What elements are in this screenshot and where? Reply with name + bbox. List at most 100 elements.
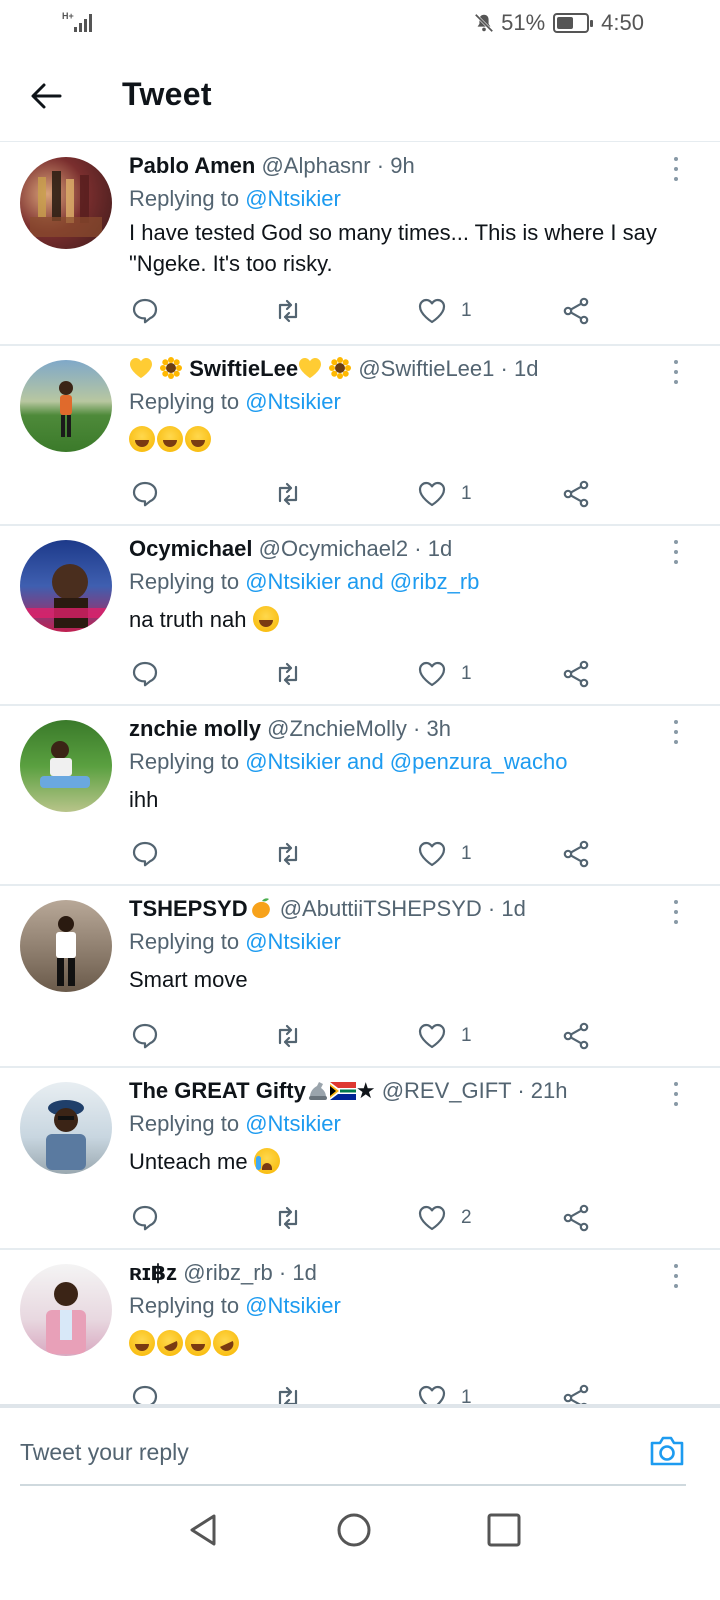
mention-link[interactable]: @Ntsikier [245,186,341,211]
display-name[interactable]: znchie molly [129,716,261,741]
reply-button[interactable] [130,474,160,514]
south-africa-flag-icon [329,1082,356,1100]
avatar[interactable] [20,157,112,249]
mention-link[interactable]: @Ntsikier [245,929,341,954]
more-vertical-icon[interactable] [670,1264,682,1288]
comment-icon [132,481,158,507]
loudly-crying-face-icon [253,1148,280,1174]
share-button[interactable] [561,1198,591,1238]
back-button[interactable] [28,78,64,114]
more-vertical-icon[interactable] [670,720,682,744]
nav-recents-icon[interactable] [484,1510,524,1550]
retweet-icon [278,482,298,506]
share-button[interactable] [561,834,591,874]
more-vertical-icon[interactable] [670,157,682,181]
reply-button[interactable] [130,654,160,694]
retweet-button[interactable] [273,654,303,694]
tweet-header: SwiftieLee @SwiftieLee1 · 1d [129,356,538,382]
reply-tweet[interactable]: znchie molly @ZnchieMolly · 3h Replying … [0,706,720,886]
more-vertical-icon[interactable] [670,360,682,384]
reply-tweet[interactable]: Ocymichael @Ocymichael2 · 1d Replying to… [0,526,720,706]
like-button[interactable]: 1 [417,1016,472,1056]
reply-feed[interactable]: Pablo Amen @Alphasnr · 9h Replying to @N… [0,143,720,1428]
avatar[interactable] [20,900,112,992]
reply-button[interactable] [130,1016,160,1056]
like-button[interactable]: 1 [417,291,472,331]
tweet-header: Pablo Amen @Alphasnr · 9h [129,153,415,178]
mention-link[interactable]: @Ntsikier [245,389,341,414]
heart-icon [418,481,446,507]
more-vertical-icon[interactable] [670,540,682,564]
yellow-heart-emoji-icon [299,358,322,378]
like-button[interactable]: 1 [417,474,472,514]
retweet-button[interactable] [273,1016,303,1056]
avatar[interactable] [20,540,112,632]
timestamp: 1d [427,536,453,561]
reply-tweet[interactable]: The GREAT Gifty ★ @REV_GIFT · 21h Replyin… [0,1068,720,1250]
share-button[interactable] [561,1016,591,1056]
share-button[interactable] [561,654,591,694]
reply-tweet[interactable]: TSHEPSYD @AbuttiiTSHEPSYD · 1d Replying … [0,886,720,1068]
mention-link[interactable]: @Ntsikier and @ribz_rb [245,569,479,594]
reply-button[interactable] [130,834,160,874]
more-vertical-icon[interactable] [670,900,682,924]
face-with-tears-of-joy-icon [157,426,183,452]
display-name[interactable]: Ocymichael [129,536,253,561]
user-handle[interactable]: @Ocymichael2 [259,536,409,561]
tweet-text: Unteach me [129,1146,689,1177]
avatar[interactable] [20,1264,112,1356]
avatar[interactable] [20,720,112,812]
like-count: 1 [461,300,472,321]
muted-bell-icon [474,13,494,33]
tweet-header: The GREAT Gifty ★ @REV_GIFT · 21h [129,1078,568,1103]
rolling-on-the-floor-laughing-icon [152,1325,188,1361]
mention-link[interactable]: @Ntsikier [245,1293,341,1318]
mention-link[interactable]: @Ntsikier and @penzura_wacho [245,749,567,774]
comment-icon [132,841,158,867]
like-button[interactable]: 1 [417,654,472,694]
share-button[interactable] [561,291,591,331]
user-handle[interactable]: @AbuttiiTSHEPSYD [280,896,482,921]
face-with-tears-of-joy-icon [252,606,279,632]
avatar[interactable] [20,1082,112,1174]
face-with-tears-of-joy-icon [129,426,155,452]
user-handle[interactable]: @REV_GIFT [382,1078,512,1103]
camera-icon[interactable] [648,1432,686,1470]
reply-tweet[interactable]: Pablo Amen @Alphasnr · 9h Replying to @N… [0,143,720,346]
tweet-actions: 1 [0,291,720,331]
reply-input[interactable] [20,1434,600,1470]
avatar[interactable] [20,360,112,452]
user-handle[interactable]: @ribz_rb [183,1260,273,1285]
tweet-actions: 2 [0,1198,720,1238]
share-button[interactable] [561,474,591,514]
retweet-icon [278,842,298,866]
share-icon [563,297,589,325]
reply-tweet[interactable]: SwiftieLee @SwiftieLee1 · 1d Replying to… [0,346,720,526]
mention-link[interactable]: @Ntsikier [245,1111,341,1136]
user-handle[interactable]: @ZnchieMolly [267,716,407,741]
nav-back-icon[interactable] [184,1510,224,1550]
retweet-button[interactable] [273,291,303,331]
display-name[interactable]: TSHEPSYD [129,896,248,921]
reply-button[interactable] [130,291,160,331]
nav-home-icon[interactable] [334,1510,374,1550]
reply-tweet[interactable]: ʀɪ฿z @ribz_rb · 1d Replying to @Ntsikier… [0,1250,720,1428]
tweet-header: znchie molly @ZnchieMolly · 3h [129,716,451,741]
display-name[interactable]: Pablo Amen [129,153,255,178]
retweet-icon [278,662,298,686]
more-vertical-icon[interactable] [670,1082,682,1106]
sunflower-emoji-icon [160,357,183,379]
like-button[interactable]: 1 [417,834,472,874]
like-button[interactable]: 2 [417,1198,472,1238]
tweet-actions: 1 [0,474,720,514]
retweet-button[interactable] [273,834,303,874]
display-name[interactable]: SwiftieLee [189,356,298,381]
signal-icon: H+ [62,12,102,34]
reply-button[interactable] [130,1198,160,1238]
user-handle[interactable]: @SwiftieLee1 [358,356,494,381]
user-handle[interactable]: @Alphasnr [261,153,370,178]
retweet-button[interactable] [273,1198,303,1238]
display-name[interactable]: ʀɪ฿z [129,1260,177,1285]
retweet-button[interactable] [273,474,303,514]
display-name[interactable]: The GREAT Gifty [129,1078,306,1103]
